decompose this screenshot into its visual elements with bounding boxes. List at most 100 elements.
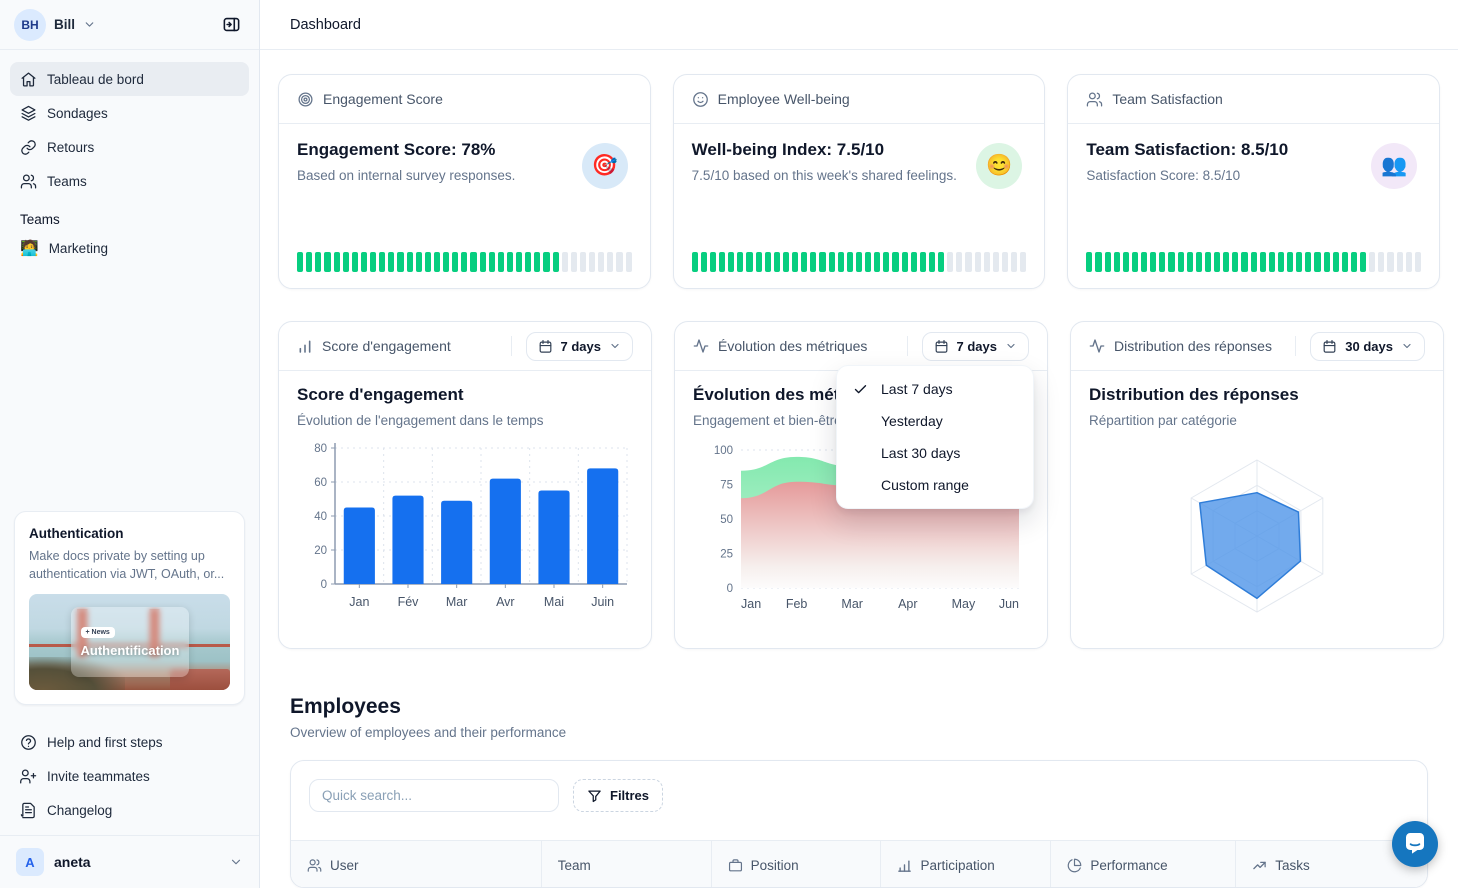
- date-range-button[interactable]: 7 days: [526, 332, 633, 361]
- employees-section: Employees Overview of employees and thei…: [290, 695, 1428, 888]
- column-label: Tasks: [1275, 858, 1310, 873]
- changelog-icon: [20, 802, 37, 819]
- card-header-label: Employee Well-being: [718, 91, 850, 107]
- main-content: Dashboard Engagement Score Engagement Sc…: [260, 0, 1458, 888]
- card-header-label: Score d'engagement: [322, 338, 451, 354]
- svg-text:Feb: Feb: [786, 597, 808, 611]
- card-header-actions: 7 days: [907, 332, 1029, 361]
- sidebar-item-changelog[interactable]: Changelog: [10, 793, 249, 827]
- engagement-bar-chart: 020406080JanFévMarAvrMaiJuin: [297, 436, 633, 614]
- chat-launcher-button[interactable]: [1392, 821, 1438, 867]
- column-header-user: User: [291, 841, 541, 888]
- svg-text:Juin: Juin: [591, 595, 614, 609]
- card-header-label: Évolution des métriques: [718, 338, 867, 354]
- date-range-label: 7 days: [957, 339, 997, 354]
- dropdown-item-label: Last 30 days: [881, 445, 960, 461]
- chevron-down-icon: [229, 855, 243, 869]
- sidebar-item-label: Sondages: [47, 106, 108, 121]
- search-input[interactable]: [309, 779, 559, 812]
- svg-text:Mar: Mar: [841, 597, 863, 611]
- engagement-chart-card: Score d'engagement 7 days: [278, 321, 652, 649]
- svg-text:60: 60: [314, 477, 327, 489]
- svg-text:75: 75: [720, 480, 733, 492]
- sidebar-item-feedback[interactable]: Retours: [10, 130, 249, 164]
- avatar: BH: [14, 9, 46, 41]
- sidebar-user-menu[interactable]: BH Bill: [0, 0, 259, 50]
- date-range-button[interactable]: 7 days: [922, 332, 1029, 361]
- responses-distribution-card: Distribution des réponses 30 days: [1070, 321, 1444, 649]
- briefcase-icon: [728, 858, 743, 873]
- svg-text:80: 80: [314, 443, 327, 455]
- calendar-icon: [538, 339, 553, 354]
- promo-card-authentication[interactable]: Authentication Make docs private by sett…: [14, 511, 245, 706]
- workspace-avatar: A: [16, 848, 44, 876]
- employees-table-card: Filtres User Team: [290, 760, 1428, 888]
- card-header-label: Team Satisfaction: [1112, 91, 1223, 107]
- chat-bubble-icon: [1403, 833, 1427, 856]
- dropdown-item-last-30-days[interactable]: Last 30 days: [837, 437, 1033, 469]
- chart-title: Score d'engagement: [297, 385, 633, 405]
- card-header: Team Satisfaction: [1068, 75, 1439, 124]
- card-header: Distribution des réponses 30 days: [1071, 322, 1443, 371]
- link-icon: [20, 139, 37, 156]
- content: Engagement Score Engagement Score: 78% B…: [260, 50, 1458, 888]
- sidebar-footer-nav: Help and first steps Invite teammates Ch…: [0, 719, 259, 827]
- date-range-button[interactable]: 30 days: [1310, 332, 1425, 361]
- date-range-label: 7 days: [561, 339, 601, 354]
- column-label: Position: [751, 858, 799, 873]
- sidebar-spacer: [0, 265, 259, 497]
- promo-image[interactable]: + News Authentification: [29, 594, 230, 690]
- svg-text:May: May: [952, 597, 976, 611]
- home-icon: [20, 71, 37, 88]
- topbar: Dashboard: [260, 0, 1458, 50]
- table-toolbar: Filtres: [291, 761, 1427, 812]
- sidebar-collapse-button[interactable]: [217, 11, 245, 39]
- column-label: Performance: [1090, 858, 1167, 873]
- stat-title: Team Satisfaction: 8.5/10: [1086, 140, 1421, 160]
- svg-text:Jan: Jan: [741, 597, 761, 611]
- busts-emoji-icon: 👥: [1371, 143, 1417, 189]
- svg-text:Jun: Jun: [999, 597, 1019, 611]
- svg-text:Mai: Mai: [544, 595, 564, 609]
- card-header: Score d'engagement 7 days: [279, 322, 651, 371]
- calendar-icon: [1322, 339, 1337, 354]
- sidebar-item-dashboard[interactable]: Tableau de bord: [10, 62, 249, 96]
- divider: [907, 336, 908, 356]
- trend-up-icon: [1252, 858, 1267, 873]
- dropdown-item-label: Last 7 days: [881, 381, 953, 397]
- sidebar-item-teams[interactable]: Teams: [10, 164, 249, 198]
- sidebar-item-label: Retours: [47, 140, 94, 155]
- dropdown-item-yesterday[interactable]: Yesterday: [837, 405, 1033, 437]
- page-title: Dashboard: [290, 17, 361, 33]
- workspace-switcher[interactable]: A aneta: [0, 836, 259, 888]
- chevron-down-icon: [609, 340, 621, 352]
- divider: [511, 336, 512, 356]
- dropdown-item-custom-range[interactable]: Custom range: [837, 469, 1033, 501]
- card-header: Employee Well-being: [674, 75, 1045, 124]
- sidebar-item-invite[interactable]: Invite teammates: [10, 759, 249, 793]
- sidebar-item-label: Invite teammates: [47, 769, 150, 784]
- promo-overlay-card: + News Authentification: [71, 607, 189, 677]
- svg-text:0: 0: [321, 579, 327, 591]
- sidebar-item-marketing[interactable]: 🧑‍💻 Marketing: [0, 231, 259, 265]
- dropdown-item-last-7-days[interactable]: Last 7 days: [837, 373, 1033, 405]
- svg-text:100: 100: [714, 445, 733, 457]
- svg-text:25: 25: [720, 549, 733, 561]
- chart-title: Distribution des réponses: [1089, 385, 1425, 405]
- column-header-position: Position: [711, 841, 881, 888]
- filters-button[interactable]: Filtres: [573, 779, 663, 812]
- funnel-icon: [587, 788, 602, 803]
- column-header-participation: Participation: [880, 841, 1050, 888]
- svg-text:Apr: Apr: [898, 597, 917, 611]
- svg-text:0: 0: [727, 583, 733, 595]
- card-body: Distribution des réponses Répartition pa…: [1071, 371, 1443, 636]
- metrics-evolution-card: Évolution des métriques 7 days: [674, 321, 1048, 649]
- user-name: Bill: [54, 17, 75, 32]
- smile-icon: [692, 91, 709, 108]
- users-icon: [20, 173, 37, 190]
- promo-description: Make docs private by setting up authenti…: [29, 547, 230, 585]
- sidebar-item-help[interactable]: Help and first steps: [10, 725, 249, 759]
- team-item-label: Marketing: [49, 241, 108, 256]
- user-plus-icon: [20, 768, 37, 785]
- sidebar-item-surveys[interactable]: Sondages: [10, 96, 249, 130]
